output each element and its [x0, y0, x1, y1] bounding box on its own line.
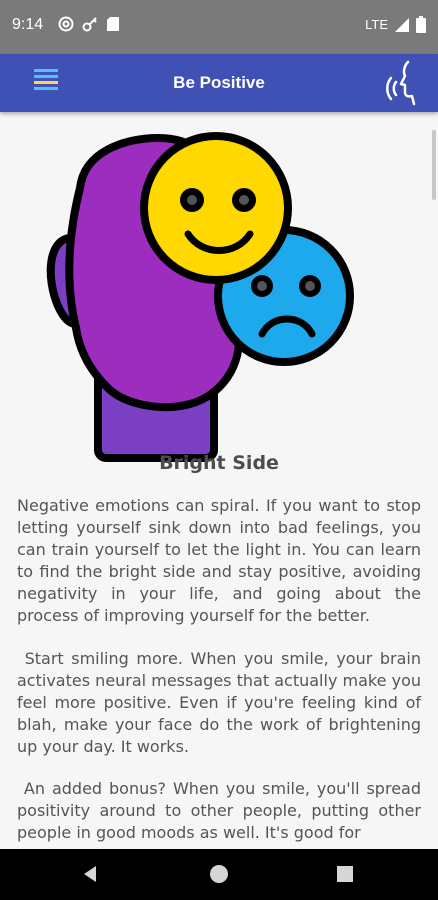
status-bar: 9:14 LTE [0, 0, 438, 54]
signal-icon [395, 17, 409, 32]
topic-content[interactable]: Bright Side Negative emotions can spiral… [0, 112, 438, 849]
sd-card-icon [107, 17, 119, 31]
scrollbar-thumb[interactable] [432, 130, 436, 200]
navigation-bar [0, 849, 438, 900]
status-time: 9:14 [12, 16, 44, 33]
battery-icon [416, 16, 426, 33]
topic-paragraph-3: An added bonus? When you smile, you'll s… [17, 779, 421, 842]
key-icon [82, 17, 97, 32]
network-type: LTE [365, 17, 388, 32]
bright-side-illustration [46, 132, 354, 462]
notification-icons [58, 16, 120, 32]
voice-speak-icon[interactable] [384, 60, 424, 106]
app-title: Be Positive [173, 73, 265, 92]
back-triangle-icon[interactable] [82, 865, 98, 883]
home-circle-icon[interactable] [210, 865, 228, 883]
at-sign-icon [58, 16, 74, 32]
topic-paragraph-2: Start smiling more. When you smile, your… [17, 649, 421, 756]
app-bar: Be Positive [0, 54, 438, 112]
recent-square-icon[interactable] [337, 866, 353, 882]
topic-paragraph-1: Negative emotions can spiral. If you wan… [17, 496, 421, 625]
system-icons: LTE [365, 16, 426, 33]
topic-title: Bright Side [159, 452, 279, 474]
